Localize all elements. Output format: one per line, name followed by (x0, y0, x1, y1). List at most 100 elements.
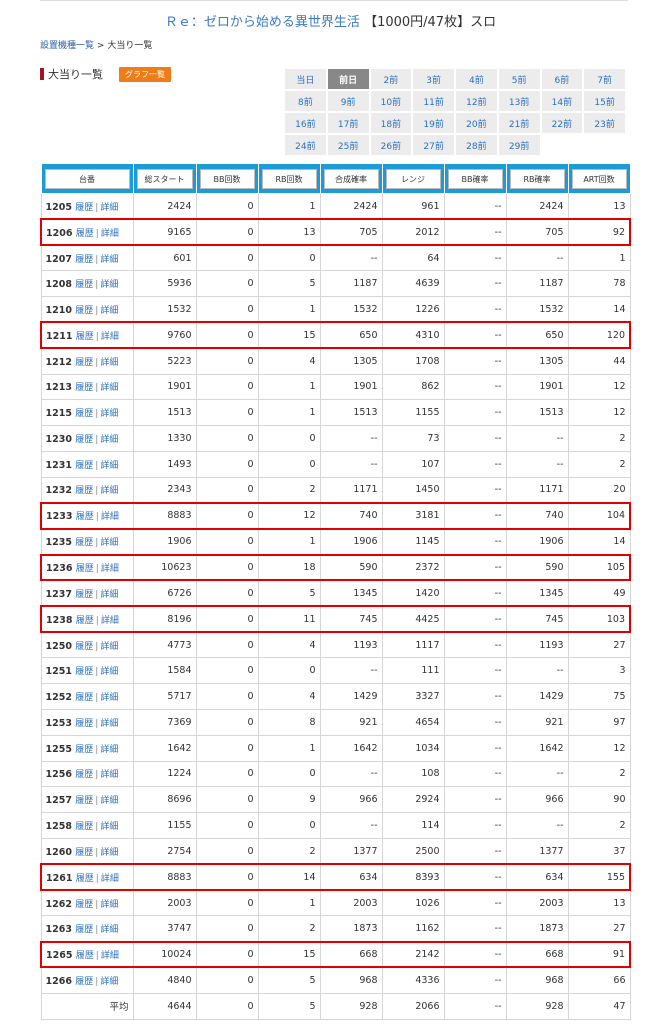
history-link[interactable]: 履歴 (75, 409, 93, 419)
history-link[interactable]: 履歴 (75, 822, 93, 832)
day-tab[interactable]: 22前 (540, 112, 584, 134)
day-tab[interactable]: 11前 (412, 90, 455, 112)
history-link[interactable]: 履歴 (75, 383, 93, 393)
detail-link[interactable]: 詳細 (100, 693, 118, 703)
day-tab[interactable]: 当日 (284, 68, 327, 90)
detail-link[interactable]: 詳細 (101, 512, 119, 522)
day-tab[interactable]: 23前 (583, 112, 626, 134)
detail-link[interactable]: 詳細 (101, 951, 119, 961)
detail-link[interactable]: 詳細 (100, 770, 118, 780)
day-tab[interactable]: 14前 (540, 90, 584, 112)
detail-link[interactable]: 詳細 (100, 796, 118, 806)
detail-link[interactable]: 詳細 (100, 306, 118, 316)
detail-link[interactable]: 詳細 (100, 848, 118, 858)
detail-link[interactable]: 詳細 (100, 745, 118, 755)
detail-link[interactable]: 詳細 (100, 925, 118, 935)
detail-link[interactable]: 詳細 (101, 874, 119, 884)
day-tab[interactable]: 12前 (455, 90, 498, 112)
day-tab[interactable]: 27前 (412, 134, 455, 156)
day-tab[interactable]: 28前 (455, 134, 498, 156)
day-tab[interactable]: 8前 (284, 90, 327, 112)
column-header[interactable]: 総スタート (132, 163, 197, 194)
detail-link[interactable]: 詳細 (100, 486, 118, 496)
day-tab[interactable]: 16前 (284, 112, 327, 134)
machine-title-link[interactable]: Ｒｅ：ゼロから始める異世界生活 (165, 15, 360, 30)
detail-link[interactable]: 詳細 (100, 538, 118, 548)
history-link[interactable]: 履歴 (75, 977, 93, 987)
history-link[interactable]: 履歴 (76, 874, 94, 884)
detail-link[interactable]: 詳細 (101, 564, 119, 574)
history-link[interactable]: 履歴 (75, 745, 93, 755)
detail-link[interactable]: 詳細 (100, 667, 118, 677)
day-tab[interactable]: 25前 (326, 134, 370, 156)
day-tab[interactable]: 5前 (497, 68, 541, 90)
day-tab[interactable]: 18前 (369, 112, 413, 134)
day-tab[interactable]: 29前 (497, 134, 541, 156)
history-link[interactable]: 履歴 (75, 358, 93, 368)
detail-link[interactable]: 詳細 (100, 900, 118, 910)
day-tab[interactable]: 4前 (455, 68, 498, 90)
column-header[interactable]: レンジ (381, 163, 445, 194)
history-link[interactable]: 履歴 (76, 332, 94, 342)
day-tab[interactable]: 21前 (497, 112, 541, 134)
day-tab[interactable]: 15前 (583, 90, 626, 112)
day-tab[interactable]: 24前 (284, 134, 327, 156)
breadcrumb-machine-list[interactable]: 設置機種一覧 (40, 41, 94, 51)
detail-link[interactable]: 詳細 (100, 358, 118, 368)
column-header[interactable]: RB回数 (257, 163, 321, 194)
history-link[interactable]: 履歴 (76, 229, 94, 239)
detail-link[interactable]: 詳細 (100, 409, 118, 419)
history-link[interactable]: 履歴 (75, 848, 93, 858)
history-link[interactable]: 履歴 (75, 203, 93, 213)
detail-link[interactable]: 詳細 (100, 383, 118, 393)
detail-link[interactable]: 詳細 (101, 229, 119, 239)
history-link[interactable]: 履歴 (75, 435, 93, 445)
day-tab[interactable]: 7前 (583, 68, 626, 90)
day-tab[interactable]: 10前 (369, 90, 413, 112)
detail-link[interactable]: 詳細 (100, 255, 118, 265)
column-header[interactable]: ART回数 (567, 163, 631, 194)
history-link[interactable]: 履歴 (75, 796, 93, 806)
detail-link[interactable]: 詳細 (100, 977, 118, 987)
history-link[interactable]: 履歴 (75, 461, 93, 471)
column-header[interactable]: RB確率 (505, 163, 569, 194)
detail-link[interactable]: 詳細 (101, 616, 119, 626)
day-tab[interactable]: 17前 (326, 112, 370, 134)
day-tab[interactable]: 20前 (455, 112, 498, 134)
day-tab[interactable]: 9前 (326, 90, 370, 112)
history-link[interactable]: 履歴 (75, 642, 93, 652)
day-tab[interactable]: 19前 (412, 112, 455, 134)
history-link[interactable]: 履歴 (75, 667, 93, 677)
day-tab[interactable]: 2前 (369, 68, 413, 90)
detail-link[interactable]: 詳細 (100, 280, 118, 290)
column-header[interactable]: 合成確率 (319, 163, 383, 194)
detail-link[interactable]: 詳細 (100, 590, 118, 600)
column-header[interactable]: BB回数 (195, 163, 259, 194)
history-link[interactable]: 履歴 (75, 486, 93, 496)
history-link[interactable]: 履歴 (75, 255, 93, 265)
column-header[interactable]: 台番 (40, 163, 134, 194)
history-link[interactable]: 履歴 (75, 900, 93, 910)
column-header[interactable]: BB確率 (443, 163, 507, 194)
history-link[interactable]: 履歴 (75, 719, 93, 729)
detail-link[interactable]: 詳細 (100, 719, 118, 729)
day-tab[interactable]: 6前 (540, 68, 584, 90)
day-tab[interactable]: 26前 (369, 134, 413, 156)
history-link[interactable]: 履歴 (75, 538, 93, 548)
history-link[interactable]: 履歴 (75, 770, 93, 780)
detail-link[interactable]: 詳細 (100, 461, 118, 471)
history-link[interactable]: 履歴 (76, 951, 94, 961)
history-link[interactable]: 履歴 (75, 590, 93, 600)
detail-link[interactable]: 詳細 (100, 435, 118, 445)
history-link[interactable]: 履歴 (76, 512, 94, 522)
history-link[interactable]: 履歴 (76, 564, 94, 574)
detail-link[interactable]: 詳細 (100, 203, 118, 213)
detail-link[interactable]: 詳細 (100, 642, 118, 652)
day-tab[interactable]: 前日 (326, 68, 370, 90)
history-link[interactable]: 履歴 (76, 616, 94, 626)
history-link[interactable]: 履歴 (75, 693, 93, 703)
detail-link[interactable]: 詳細 (101, 332, 119, 342)
day-tab[interactable]: 13前 (497, 90, 541, 112)
day-tab[interactable]: 3前 (412, 68, 455, 90)
history-link[interactable]: 履歴 (75, 280, 93, 290)
